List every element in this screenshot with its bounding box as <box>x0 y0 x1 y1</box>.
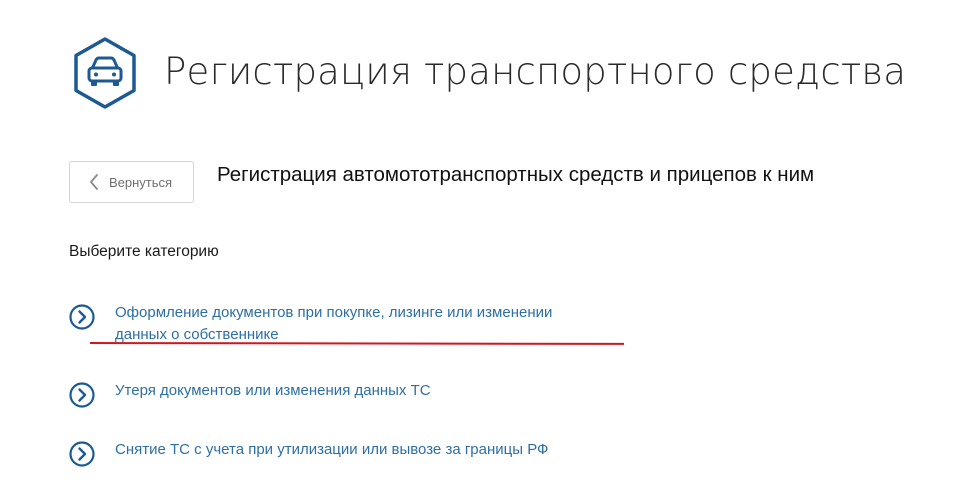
category-link-line1: Оформление документов при покупке, лизин… <box>115 304 553 321</box>
category-link[interactable]: Утеря документов или изменения данных ТС <box>115 380 431 402</box>
car-hexagon-icon <box>68 36 142 110</box>
circle-chevron-right-icon <box>69 304 95 330</box>
section-title: Регистрация автомототранспортных средств… <box>217 163 815 186</box>
page-title: Регистрация транспортного средства <box>164 50 907 93</box>
category-item-deregistration[interactable]: Снятие ТС с учета при утилизации или выв… <box>69 439 548 467</box>
circle-chevron-right-icon <box>69 441 95 467</box>
category-item-lost-documents[interactable]: Утеря документов или изменения данных ТС <box>69 380 431 408</box>
category-link[interactable]: Снятие ТС с учета при утилизации или выв… <box>115 439 548 461</box>
category-item-ownership-documents[interactable]: Оформление документов при покупке, лизин… <box>69 302 615 346</box>
category-link[interactable]: Оформление документов при покупке, лизин… <box>115 302 615 346</box>
circle-chevron-right-icon <box>69 382 95 408</box>
back-button[interactable]: Вернуться <box>69 161 194 203</box>
chevron-left-icon <box>90 174 98 190</box>
back-button-label: Вернуться <box>109 174 173 190</box>
category-heading: Выберите категорию <box>69 243 219 260</box>
